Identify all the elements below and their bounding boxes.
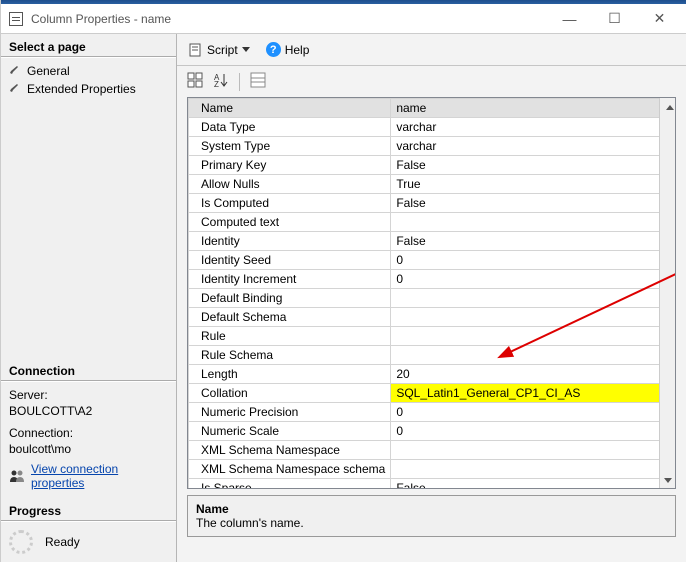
property-grid-toolbar: AZ [177, 66, 686, 97]
property-value[interactable] [391, 346, 675, 365]
progress-header: Progress [1, 498, 176, 522]
nav-item-general[interactable]: General [9, 62, 168, 80]
wrench-icon [9, 65, 23, 77]
property-value[interactable]: False [391, 232, 675, 251]
help-label: Help [285, 43, 310, 57]
property-value[interactable]: True [391, 175, 675, 194]
property-name[interactable]: Primary Key [189, 156, 391, 175]
property-value[interactable]: 0 [391, 270, 675, 289]
property-name[interactable]: Length [189, 365, 391, 384]
wrench-icon [9, 83, 23, 95]
property-value[interactable]: False [391, 194, 675, 213]
script-label: Script [207, 43, 238, 57]
close-button[interactable]: ✕ [637, 5, 682, 33]
properties-pane-button[interactable] [250, 72, 266, 91]
connection-header: Connection [1, 358, 176, 382]
property-name[interactable]: XML Schema Namespace [189, 441, 391, 460]
property-name[interactable]: Numeric Precision [189, 403, 391, 422]
property-name[interactable]: Rule [189, 327, 391, 346]
vertical-scrollbar[interactable] [659, 98, 675, 488]
property-name[interactable]: Numeric Scale [189, 422, 391, 441]
property-name[interactable]: Identity Increment [189, 270, 391, 289]
chevron-down-icon [242, 47, 250, 52]
property-name[interactable]: Default Binding [189, 289, 391, 308]
select-page-header: Select a page [1, 34, 176, 58]
nav-item-label: Extended Properties [27, 82, 136, 96]
help-icon: ? [266, 42, 281, 57]
property-name[interactable]: Is Sparse [189, 479, 391, 490]
right-content: Script ? Help AZ NamenameData Typevarcha… [177, 34, 686, 562]
property-value[interactable] [391, 441, 675, 460]
property-name[interactable]: Allow Nulls [189, 175, 391, 194]
property-value[interactable]: SQL_Latin1_General_CP1_CI_AS [391, 384, 675, 403]
scroll-down-button[interactable] [660, 472, 675, 488]
property-name[interactable]: Data Type [189, 118, 391, 137]
property-value[interactable] [391, 460, 675, 479]
scroll-up-button[interactable] [660, 98, 675, 114]
property-value[interactable]: 0 [391, 422, 675, 441]
property-name[interactable]: Is Computed [189, 194, 391, 213]
script-button[interactable]: Script [185, 41, 254, 59]
nav-item-extended[interactable]: Extended Properties [9, 80, 168, 98]
property-name[interactable]: Default Schema [189, 308, 391, 327]
property-value[interactable]: 0 [391, 251, 675, 270]
property-value[interactable]: name [391, 99, 675, 118]
property-name[interactable]: Rule Schema [189, 346, 391, 365]
property-value[interactable] [391, 308, 675, 327]
description-title: Name [196, 502, 667, 516]
alphabetical-button[interactable]: AZ [213, 72, 229, 91]
property-name[interactable]: Computed text [189, 213, 391, 232]
nav-item-label: General [27, 64, 70, 78]
property-value[interactable] [391, 327, 675, 346]
property-value[interactable]: 0 [391, 403, 675, 422]
svg-text:Z: Z [214, 80, 219, 88]
description-panel: Name The column's name. [187, 495, 676, 537]
server-label: Server: [1, 382, 176, 402]
property-value[interactable]: False [391, 479, 675, 490]
property-value[interactable]: False [391, 156, 675, 175]
maximize-button[interactable]: ☐ [592, 5, 637, 33]
property-name[interactable]: Identity Seed [189, 251, 391, 270]
property-value[interactable]: varchar [391, 118, 675, 137]
progress-spinner-icon [9, 530, 33, 554]
window-icon [9, 12, 23, 26]
script-icon [189, 43, 203, 57]
property-grid[interactable]: NamenameData TypevarcharSystem Typevarch… [187, 97, 676, 489]
property-name[interactable]: XML Schema Namespace schema [189, 460, 391, 479]
conn-label: Connection: [1, 420, 176, 440]
property-value[interactable]: varchar [391, 137, 675, 156]
progress-status: Ready [45, 535, 80, 549]
server-value: BOULCOTT\A2 [1, 402, 176, 420]
property-value[interactable]: 20 [391, 365, 675, 384]
property-name[interactable]: Identity [189, 232, 391, 251]
property-value[interactable] [391, 289, 675, 308]
left-sidebar: Select a page General Extended Propertie… [1, 34, 177, 562]
people-icon [9, 469, 25, 483]
property-value[interactable] [391, 213, 675, 232]
toolbar: Script ? Help [177, 34, 686, 66]
description-text: The column's name. [196, 516, 667, 530]
property-name[interactable]: Collation [189, 384, 391, 403]
window-title: Column Properties - name [31, 12, 547, 26]
titlebar: Column Properties - name — ☐ ✕ [1, 4, 686, 34]
property-name[interactable]: System Type [189, 137, 391, 156]
view-connection-properties-link[interactable]: View connection properties [31, 462, 168, 490]
property-name[interactable]: Name [189, 99, 391, 118]
help-button[interactable]: ? Help [262, 40, 314, 59]
conn-value: boulcott\mo [1, 440, 176, 458]
minimize-button[interactable]: — [547, 5, 592, 33]
categorized-button[interactable] [187, 72, 203, 91]
